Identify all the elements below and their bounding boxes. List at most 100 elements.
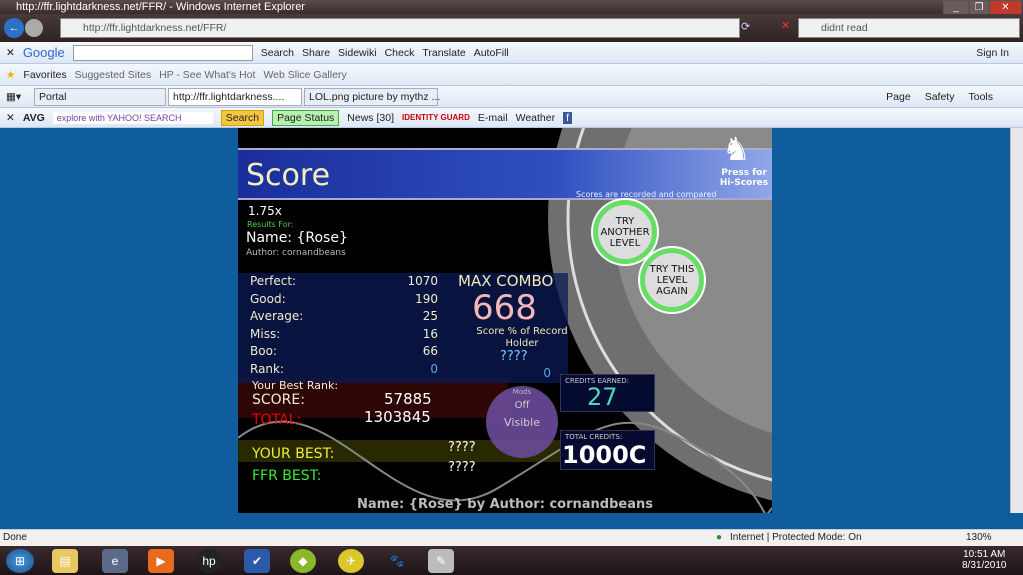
vertical-scrollbar[interactable]	[1010, 128, 1023, 513]
news-button[interactable]: News [30]	[347, 112, 394, 124]
page-title: Score	[246, 158, 331, 193]
autofill-button[interactable]: AutoFill	[474, 47, 509, 59]
score-pct-value: ????	[500, 349, 528, 364]
stat-value-0: 1070	[407, 274, 438, 288]
stop-icon[interactable]: ✕	[781, 19, 790, 32]
translate-button[interactable]: Translate	[422, 47, 465, 59]
google-search-input[interactable]	[72, 44, 253, 61]
score-pct-label: Score % of Record Holder	[476, 326, 568, 349]
hiscores-mascot-icon[interactable]: ♞	[722, 130, 751, 168]
close-toolbar-icon[interactable]: ✕	[6, 47, 15, 59]
page-status-button[interactable]: Page Status	[272, 109, 340, 126]
quick-tabs-icon[interactable]: ▦▾	[6, 91, 32, 103]
command-page[interactable]: Page	[886, 91, 911, 103]
total-credits-label: TOTAL CREDITS:	[565, 433, 623, 441]
favorite-suggested-sites[interactable]: Suggested Sites	[75, 69, 151, 81]
ie-taskbar-icon[interactable]: e	[102, 549, 128, 573]
stat-label-1: Good:	[250, 291, 286, 306]
song-name: Name: {Rose}	[246, 230, 348, 246]
stat-label-2: Average:	[250, 309, 304, 323]
security-zone[interactable]: Internet | Protected Mode: On	[730, 530, 862, 546]
tab-ffr[interactable]: http://ffr.lightdarkness....	[168, 87, 302, 106]
media-taskbar-icon[interactable]: ▶	[148, 549, 174, 573]
avg-logo: AVG	[22, 111, 45, 124]
back-button[interactable]: ←	[4, 18, 24, 38]
security-taskbar-icon[interactable]: ◆	[290, 549, 316, 573]
google-search-button[interactable]: Search	[261, 47, 294, 59]
game-taskbar-icon[interactable]: ✎	[428, 549, 454, 573]
stat-value-4: 66	[422, 344, 438, 358]
ffr-score-screen: Score ♞ Press for Hi-Scores Scores are r…	[238, 128, 772, 513]
command-safety[interactable]: Safety	[925, 91, 955, 103]
favorites-bar: ★ Favorites Suggested Sites HP - See Wha…	[0, 64, 1023, 86]
ffr-best-value: ????	[448, 460, 476, 475]
email-button[interactable]: E-mail	[478, 112, 508, 124]
close-avg-icon[interactable]: ✕	[6, 112, 15, 124]
ffr-best-label: FFR BEST:	[252, 468, 322, 484]
try-another-level-button[interactable]: TRY ANOTHER LEVEL	[593, 200, 657, 264]
avg-search-button[interactable]: Search	[220, 109, 265, 126]
your-best-label: YOUR BEST:	[252, 446, 335, 462]
window-title: http://ffr.lightdarkness.net/FFR/ - Wind…	[0, 0, 1023, 14]
hiscores-button[interactable]: Press for Hi-Scores	[716, 168, 772, 188]
stat-value-2: 25	[422, 309, 438, 323]
zoom-level[interactable]: 130%	[966, 530, 992, 546]
refresh-icon[interactable]: ⟳	[741, 20, 750, 33]
total-credits-value: 1000C	[562, 441, 647, 469]
clock-time: 10:51 AM	[963, 549, 1006, 560]
total-label: TOTAL:	[252, 412, 302, 428]
tab-bar: ▦▾ Portal http://ffr.lightdarkness.... L…	[0, 86, 1023, 108]
weather-button[interactable]: Weather	[516, 112, 556, 124]
address-bar[interactable]: http://ffr.lightdarkness.net/FFR/	[60, 18, 740, 38]
favorite-hp[interactable]: HP - See What's Hot	[159, 69, 255, 81]
mods-off: Off	[514, 400, 530, 411]
start-button[interactable]: ⊞	[6, 549, 34, 573]
stat-label-3: Miss:	[250, 326, 281, 341]
stat-value-1: 190	[415, 291, 438, 306]
mods-visible: Visible	[504, 416, 540, 429]
facebook-icon[interactable]: f	[563, 111, 573, 124]
command-tools[interactable]: Tools	[968, 91, 993, 103]
gimp-taskbar-icon[interactable]: 🐾	[384, 549, 410, 573]
app-taskbar-icon[interactable]: ✈	[338, 549, 364, 573]
best-rank-label: Your Best Rank:	[252, 379, 339, 392]
score-label: SCORE:	[252, 392, 305, 408]
search-box[interactable]: didnt read	[798, 18, 1020, 38]
identity-guard-logo[interactable]: IDENTITY GUARD	[402, 113, 470, 122]
total-value: 1303845	[364, 408, 431, 426]
taskbar: ⊞ ▤ e ▶ hp ✔ ◆ ✈ 🐾 ✎ 10:51 AM 8/31/2010	[0, 546, 1023, 575]
yahoo-search-input[interactable]: explore with YAHOO! SEARCH	[52, 111, 213, 124]
max-combo-value: 668	[472, 288, 537, 328]
status-bar: Done ● Internet | Protected Mode: On 130…	[0, 529, 1023, 546]
share-button[interactable]: Share	[302, 47, 330, 59]
favorite-web-slice[interactable]: Web Slice Gallery	[263, 69, 346, 81]
nav-bar: ← http://ffr.lightdarkness.net/FFR/ ⟳ ✕ …	[0, 14, 1023, 42]
check-button[interactable]: Check	[385, 47, 415, 59]
stat-label-4: Boo:	[250, 344, 277, 358]
stat-value-5: 0	[430, 361, 438, 376]
score-value: 57885	[384, 390, 432, 408]
star-icon: ★	[6, 68, 16, 81]
song-footer: Name: {Rose} by Author: cornandbeans	[357, 497, 653, 512]
stat-label-5: Rank:	[250, 361, 285, 376]
mods-label: Mods	[512, 388, 532, 396]
total-credits-panel: TOTAL CREDITS: 1000C	[560, 430, 655, 470]
tab-portal[interactable]: Portal	[34, 87, 166, 106]
clock[interactable]: 10:51 AM 8/31/2010	[962, 549, 1007, 571]
forward-button[interactable]	[25, 19, 43, 37]
globe-icon: ●	[716, 532, 723, 543]
results-for-label: Results For:	[247, 220, 294, 229]
sign-in-button[interactable]: Sign In	[976, 47, 1009, 59]
status-text: Done	[3, 532, 27, 543]
sidewiki-button[interactable]: Sidewiki	[338, 47, 377, 59]
avg-toolbar: ✕ AVG explore with YAHOO! SEARCH Search …	[0, 108, 1023, 128]
favorites-button[interactable]: Favorites	[23, 69, 66, 81]
tab-lol[interactable]: LOL.png picture by mythz ...	[304, 87, 440, 106]
check-taskbar-icon[interactable]: ✔	[244, 549, 270, 573]
song-author: Author: cornandbeans	[246, 248, 346, 258]
clock-date: 8/31/2010	[962, 560, 1007, 571]
explorer-taskbar-icon[interactable]: ▤	[52, 549, 78, 573]
try-this-level-again-button[interactable]: TRY THIS LEVEL AGAIN	[640, 248, 704, 312]
extra-zero-value: 0	[543, 366, 551, 380]
hp-taskbar-icon[interactable]: hp	[196, 549, 222, 573]
